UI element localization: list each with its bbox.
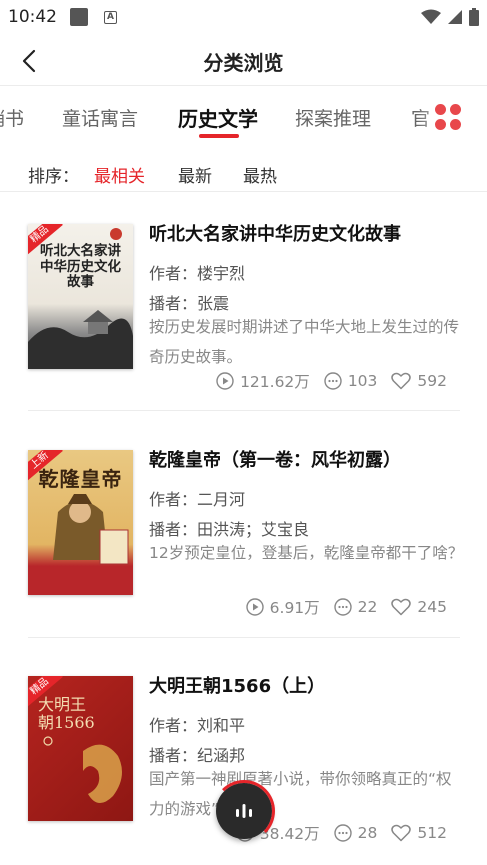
wifi-icon [421,9,441,24]
comment-count: 103 [347,372,378,390]
grid-dot-icon [450,119,461,130]
play-count: 121.62万 [240,373,310,391]
book-title: 乾隆皇帝（第一卷：风华初露） [149,450,401,471]
play-icon [245,598,264,616]
tab-detective[interactable]: 探案推理 [295,104,371,131]
app-header: 分类浏览 [0,34,487,86]
heart-icon [391,824,412,842]
cover-title: 乾隆皇帝 [38,467,123,491]
tab-bestseller[interactable]: 销书 [0,104,24,131]
grid-dot-icon [435,104,446,115]
book-cover: 听北大名家讲中华历史文化故事 精品 [28,224,133,369]
book-narrator: 播者：田洪涛；艾宝良 [149,520,310,539]
like-count: 245 [417,598,447,616]
book-description: 国产第一神剧原著小说，带你领略真正的“权力的游戏” [149,770,452,818]
tab-history-literature[interactable]: 历史文学 [178,103,258,132]
comment-icon [333,824,352,842]
category-tabs: 销书 童话寓言 历史文学 探案推理 官 [0,86,487,142]
player-progress-ring [213,780,275,842]
book-author: 作者：楼宇烈 [149,264,246,283]
grid-dot-icon [435,119,446,130]
sort-label: 排序： [28,167,79,187]
book-description: 按历史发展时期讲述了中华大地上发生过的传奇历史故事。 [149,318,460,366]
book-item[interactable]: 听北大名家讲中华历史文化故事 精品 听北大名家讲中华历史文化故事 作者：楼宇烈 … [0,194,487,420]
play-count: 6.91万 [269,599,320,617]
comment-icon [324,372,342,390]
notification-icon [70,8,88,26]
page-title: 分类浏览 [203,51,284,75]
heart-icon [391,598,412,616]
divider [28,637,460,638]
book-author: 作者：二月河 [149,490,246,509]
play-icon [216,372,234,390]
book-cover: 大明王朝1566 精品 [28,676,133,821]
comment-count: 28 [357,824,378,842]
book-description: 12岁预定皇位，登基后，乾隆皇帝都干了啥？ [149,544,464,562]
status-time: 10:42 [8,7,57,27]
battery-icon [469,8,479,26]
book-narrator: 播者：纪涵邦 [149,746,246,765]
active-tab-indicator [199,134,239,138]
heart-icon [391,372,412,390]
book-stats: 6.91万 22 245 [245,596,447,618]
divider [28,410,460,411]
book-cover: 乾隆皇帝 上新 [28,450,133,595]
like-count: 592 [417,372,447,390]
sort-hottest[interactable]: 最热 [243,162,277,187]
book-item[interactable]: 乾隆皇帝 上新 乾隆皇帝（第一卷：风华初露） 作者：二月河 播者：田洪涛；艾宝良… [0,420,487,646]
sort-bar: 排序： 最相关 最新 最热 [0,150,487,192]
status-bar: 10:42 A [0,0,487,34]
book-narrator: 播者：张震 [149,294,230,313]
book-stats: 121.62万 103 592 [216,370,447,392]
comment-count: 22 [357,598,378,616]
all-categories-button[interactable] [435,104,461,130]
comment-icon [333,598,352,616]
app-notification-icon: A [104,11,117,24]
grid-dot-icon [450,104,461,115]
book-author: 作者：刘和平 [149,716,246,735]
tab-fairy-tales[interactable]: 童话寓言 [62,104,138,131]
book-title: 大明王朝1566（上） [149,676,326,697]
signal-icon [448,10,462,24]
like-count: 512 [417,824,447,842]
cover-title: 听北大名家讲中华历史文化故事 [40,243,121,291]
sort-newest[interactable]: 最新 [178,162,212,187]
sort-most-relevant[interactable]: 最相关 [94,162,145,187]
book-title: 听北大名家讲中华历史文化故事 [149,224,401,245]
cover-title: 大明王朝1566 [38,695,95,733]
